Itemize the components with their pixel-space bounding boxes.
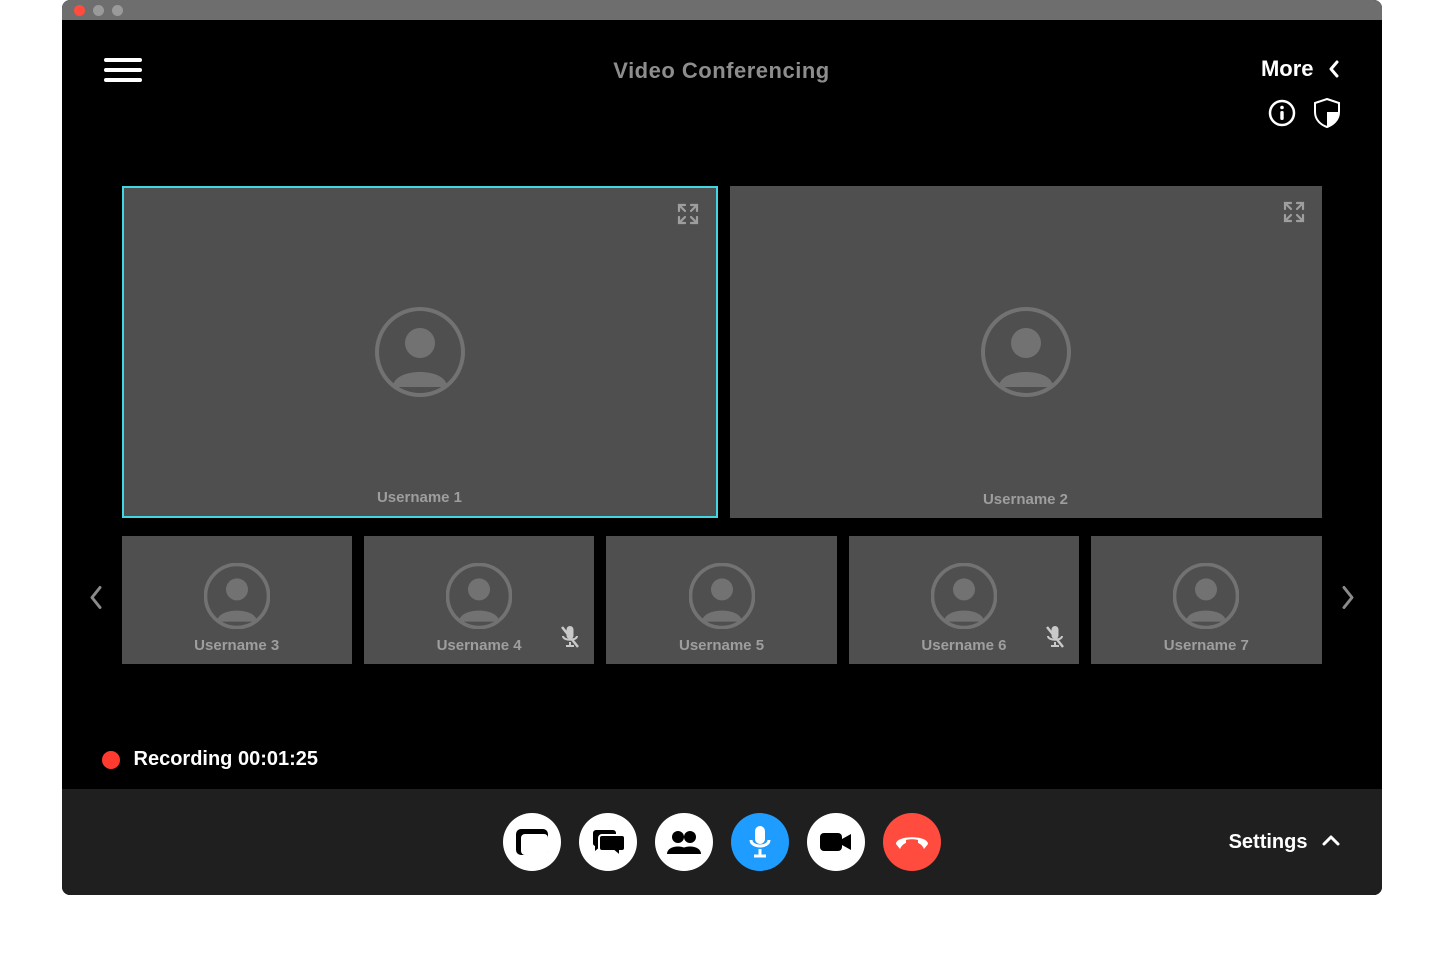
video-tile-small[interactable]: Username 5 [606, 536, 836, 664]
video-tile-small[interactable]: Username 6 [849, 536, 1079, 664]
expand-icon[interactable] [1282, 200, 1306, 229]
username-label: Username 7 [1091, 637, 1321, 654]
prev-arrow-button[interactable] [88, 586, 104, 615]
mic-muted-icon [560, 625, 580, 654]
video-tile-small[interactable]: Username 3 [122, 536, 352, 664]
avatar-icon [375, 307, 465, 397]
app-title: Video Conferencing [613, 58, 829, 84]
window-zoom-dot[interactable] [112, 5, 123, 16]
hamburger-menu-button[interactable] [104, 58, 142, 82]
thumbnail-row: Username 3 Username 4 Username 5 [122, 536, 1322, 664]
more-button[interactable]: More [1261, 56, 1340, 82]
header-icons [1268, 98, 1340, 128]
recording-indicator: Recording 00:01:25 [102, 748, 319, 771]
avatar-icon [446, 563, 512, 629]
people-icon [666, 829, 702, 855]
footer-buttons [503, 813, 941, 871]
window-minimize-dot[interactable] [93, 5, 104, 16]
participants-button[interactable] [655, 813, 713, 871]
share-screen-button[interactable] [503, 813, 561, 871]
avatar-icon [204, 563, 270, 629]
mic-muted-icon [1045, 625, 1065, 654]
avatar-icon [689, 563, 755, 629]
video-tile-small[interactable]: Username 7 [1091, 536, 1321, 664]
hamburger-line [104, 78, 142, 82]
shield-icon[interactable] [1314, 98, 1340, 128]
main-video-grid: Username 1 Username 2 [122, 186, 1322, 518]
chat-button[interactable] [579, 813, 637, 871]
chevron-left-icon [1328, 60, 1340, 78]
microphone-icon [748, 825, 772, 859]
footer-bar: Settings [62, 789, 1382, 895]
hamburger-line [104, 58, 142, 62]
phone-hangup-icon [894, 832, 930, 852]
window-close-dot[interactable] [74, 5, 85, 16]
video-tile-large[interactable]: Username 1 [122, 186, 718, 518]
expand-icon[interactable] [676, 202, 700, 231]
content-area: Username 1 Username 2 [62, 130, 1382, 789]
avatar-icon [981, 307, 1071, 397]
info-icon[interactable] [1268, 99, 1296, 127]
more-label: More [1261, 56, 1314, 82]
window-titlebar [62, 0, 1382, 20]
camera-button[interactable] [807, 813, 865, 871]
username-label: Username 1 [124, 489, 716, 506]
header: Video Conferencing More [62, 20, 1382, 130]
recording-dot-icon [102, 751, 120, 769]
recording-text: Recording 00:01:25 [134, 748, 319, 771]
username-label: Username 2 [730, 491, 1322, 508]
recording-time: 00:01:25 [238, 748, 318, 770]
video-tile-small[interactable]: Username 4 [364, 536, 594, 664]
microphone-button[interactable] [731, 813, 789, 871]
avatar-icon [931, 563, 997, 629]
recording-word: Recording [134, 748, 233, 770]
camera-icon [819, 830, 853, 854]
hamburger-line [104, 68, 142, 72]
next-arrow-button[interactable] [1340, 586, 1356, 615]
settings-button[interactable]: Settings [1229, 831, 1340, 854]
chat-icon [591, 827, 625, 857]
chevron-up-icon [1322, 833, 1340, 851]
username-label: Username 3 [122, 637, 352, 654]
settings-label: Settings [1229, 831, 1308, 854]
screen-icon [515, 828, 549, 856]
app-window: Video Conferencing More [62, 0, 1382, 895]
video-tile-large[interactable]: Username 2 [730, 186, 1322, 518]
thumbnail-list: Username 3 Username 4 Username 5 [122, 536, 1322, 664]
hangup-button[interactable] [883, 813, 941, 871]
avatar-icon [1173, 563, 1239, 629]
username-label: Username 5 [606, 637, 836, 654]
